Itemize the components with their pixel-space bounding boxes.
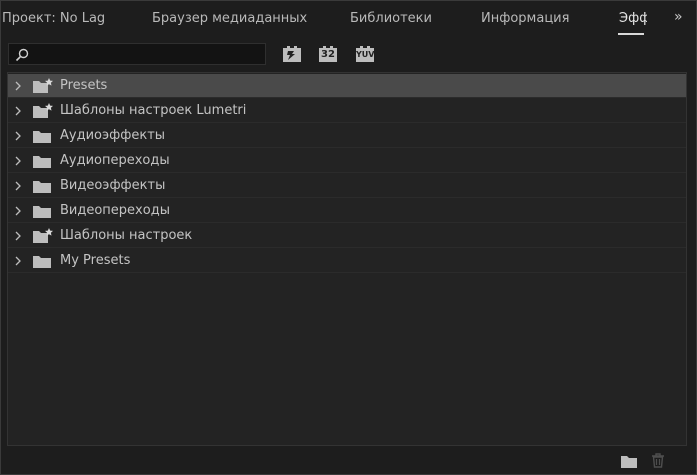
tab-effects[interactable]: Эффекты — [619, 11, 647, 26]
folder-icon — [33, 156, 51, 168]
tab-media-browser[interactable]: Браузер медиаданных — [152, 11, 307, 26]
32-bit-color-button[interactable]: 32 — [318, 45, 338, 63]
chevron-right-icon[interactable] — [13, 230, 23, 242]
list-item-presets-templates[interactable]: Шаблоны настроек — [8, 224, 686, 248]
accelerated-effects-icon — [283, 46, 301, 62]
list-item-label: Presets — [60, 78, 108, 93]
chevron-right-icon[interactable] — [13, 130, 23, 142]
chevron-right-icon[interactable] — [13, 105, 23, 117]
tab-bar: Проект: No Lag Браузер медиаданных Библи… — [0, 0, 697, 38]
folder-icon — [33, 206, 51, 218]
tab-libraries[interactable]: Библиотеки — [350, 11, 432, 26]
list-item-label: Шаблоны настроек — [60, 228, 193, 243]
tab-project[interactable]: Проект: No Lag — [2, 11, 105, 26]
accelerated-effects-button[interactable] — [282, 45, 302, 63]
list-item-label: My Presets — [60, 253, 131, 268]
active-tab-indicator — [618, 33, 644, 35]
list-item-label: Аудиоэффекты — [60, 128, 166, 143]
yuv-effects-button[interactable]: YUV — [355, 45, 375, 63]
search-input[interactable] — [8, 43, 266, 65]
folder-icon — [33, 181, 51, 193]
32-bit-label: 32 — [321, 49, 335, 60]
preset-folder-icon — [33, 78, 53, 93]
folder-icon — [33, 131, 51, 143]
preset-folder-icon — [33, 228, 53, 243]
trash-icon — [652, 453, 664, 468]
list-item-audio-transitions[interactable]: Аудиопереходы — [8, 149, 686, 173]
chevron-right-icon[interactable] — [13, 255, 23, 267]
effects-list: Presets Шаблоны настроек Lumetri Аудиоэф… — [7, 72, 687, 446]
preset-folder-icon — [33, 103, 53, 118]
list-item-video-transitions[interactable]: Видеопереходы — [8, 199, 686, 223]
folder-icon — [33, 256, 51, 268]
new-bin-icon — [621, 456, 637, 468]
yuv-label: YUV — [356, 50, 375, 59]
new-bin-button[interactable] — [620, 453, 638, 472]
list-item-my-presets[interactable]: My Presets — [8, 249, 686, 273]
list-item-audio-effects[interactable]: Аудиоэффекты — [8, 124, 686, 148]
list-item-label: Аудиопереходы — [60, 153, 170, 168]
list-item-lumetri-presets[interactable]: Шаблоны настроек Lumetri — [8, 99, 686, 123]
search-icon — [15, 48, 29, 62]
list-item-label: Видеопереходы — [60, 203, 170, 218]
list-item-presets[interactable]: Presets — [8, 74, 686, 98]
tab-overflow-button[interactable]: » — [674, 9, 682, 25]
chevron-right-icon[interactable] — [13, 80, 23, 92]
chevron-right-icon[interactable] — [13, 205, 23, 217]
tab-info[interactable]: Информация — [481, 11, 569, 26]
delete-button[interactable] — [651, 453, 665, 472]
chevron-right-icon[interactable] — [13, 155, 23, 167]
list-item-label: Видеоэффекты — [60, 178, 166, 193]
list-item-video-effects[interactable]: Видеоэффекты — [8, 174, 686, 198]
chevron-right-icon[interactable] — [13, 180, 23, 192]
list-item-label: Шаблоны настроек Lumetri — [60, 103, 247, 118]
